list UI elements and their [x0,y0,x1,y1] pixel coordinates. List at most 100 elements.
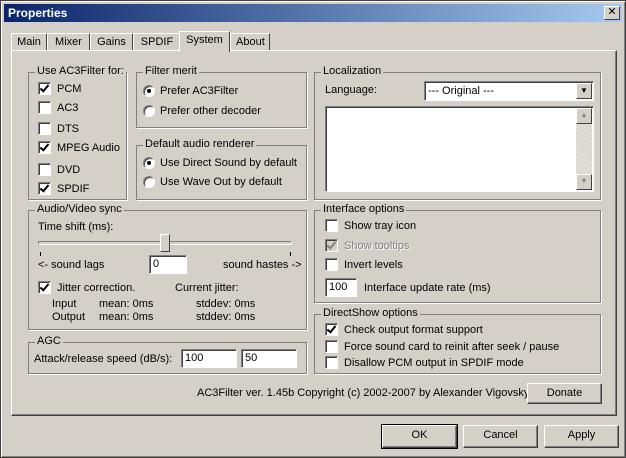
mpeg-audio-checkbox[interactable] [38,141,51,154]
radio-prefer-other[interactable]: Prefer other decoder [143,105,261,117]
radio-direct-sound[interactable]: Use Direct Sound by default [143,157,297,169]
checkbox-check-output-format[interactable]: Check output format support [325,323,483,336]
language-label: Language: [325,84,377,96]
wave-out-label: Use Wave Out by default [160,176,282,188]
invert-levels-checkbox[interactable] [325,258,338,271]
disallow-pcm-checkbox[interactable] [325,356,338,369]
copyright-text: AC3Filter ver. 1.45b Copyright (c) 2002-… [197,387,530,399]
spdif-label: SPDIF [57,182,90,195]
radio-wave-out[interactable]: Use Wave Out by default [143,176,282,188]
default-renderer-group: Default audio renderer [136,138,307,200]
force-reinit-checkbox[interactable] [325,340,338,353]
dvd-label: DVD [57,163,81,176]
dvd-checkbox[interactable] [38,163,51,176]
scroll-down-icon[interactable]: ▼ [576,174,592,190]
checkbox-mpeg-audio[interactable]: MPEG Audio [38,141,120,154]
dts-checkbox[interactable] [38,122,51,135]
show-tray-icon-label: Show tray icon [344,219,417,232]
checkbox-dts[interactable]: DTS [38,122,79,135]
checkbox-show-tray-icon[interactable]: Show tray icon [325,219,416,232]
sound-hastes-label: sound hastes -> [223,259,302,271]
slider-tick-max [290,252,291,256]
filter-merit-title: Filter merit [143,65,199,77]
update-rate-input[interactable]: 100 [325,278,357,297]
use-ac3filter-title: Use AC3Filter for: [35,65,126,77]
checkbox-pcm[interactable]: PCM [38,82,81,95]
direct-sound-label: Use Direct Sound by default [160,157,297,169]
input-stddev: stddev: 0ms [196,298,256,310]
output-label: Output [52,311,86,323]
checkbox-jitter-correction[interactable]: Jitter correction. [38,281,135,294]
checkbox-show-tooltips[interactable]: Show tooltips [325,239,409,252]
current-jitter-label: Current jitter: [175,282,239,294]
mpeg-audio-label: MPEG Audio [57,141,120,154]
prefer-other-label: Prefer other decoder [160,105,261,117]
default-renderer-title: Default audio renderer [143,138,257,150]
tab-gains[interactable]: Gains [90,33,133,51]
sound-lags-label: <- sound lags [38,259,105,271]
directshow-options-title: DirectShow options [321,307,420,319]
time-shift-input[interactable]: 0 [149,255,187,274]
prefer-other-radio[interactable] [143,105,155,117]
properties-window: Properties ✕ Main Mixer Gains SPDIF Syst… [0,0,626,458]
language-value: --- Original --- [428,85,494,97]
agc-title: AGC [35,335,63,347]
spdif-checkbox[interactable] [38,182,51,195]
pcm-checkbox[interactable] [38,82,51,95]
ac3-label: AC3 [57,101,79,114]
checkbox-ac3[interactable]: AC3 [38,101,78,114]
check-output-format-label: Check output format support [344,323,483,336]
cancel-button[interactable]: Cancel [463,425,538,448]
apply-button[interactable]: Apply [544,425,619,448]
tab-main[interactable]: Main [11,33,47,51]
info-scrollbar[interactable]: ▲ ▼ [576,108,592,190]
checkbox-disallow-pcm[interactable]: Disallow PCM output in SPDIF mode [325,356,524,369]
check-output-format-checkbox[interactable] [325,323,338,336]
show-tooltips-checkbox[interactable] [325,239,338,252]
tab-about[interactable]: About [230,33,270,51]
ok-button[interactable]: OK [381,424,458,449]
time-shift-slider-thumb[interactable] [160,234,170,252]
localization-info-box: ▲ ▼ [325,106,594,192]
tab-spdif[interactable]: SPDIF [133,33,181,51]
av-sync-title: Audio/Video sync [35,203,124,215]
checkbox-invert-levels[interactable]: Invert levels [325,258,403,271]
wave-out-radio[interactable] [143,176,155,188]
disallow-pcm-label: Disallow PCM output in SPDIF mode [344,356,524,369]
jitter-correction-label: Jitter correction. [57,281,136,294]
chevron-down-icon[interactable]: ▼ [576,83,592,99]
force-reinit-label: Force sound card to reinit after seek / … [344,340,560,353]
jitter-correction-checkbox[interactable] [38,281,51,294]
release-speed-input[interactable]: 50 [241,349,297,368]
interface-options-title: Interface options [321,203,407,215]
input-mean: mean: 0ms [99,298,154,310]
close-icon[interactable]: ✕ [604,6,620,20]
language-select[interactable]: --- Original --- ▼ [424,81,594,101]
dts-label: DTS [57,122,79,135]
attack-speed-input[interactable]: 100 [181,349,237,368]
filter-merit-group: Filter merit [136,65,307,128]
donate-button[interactable]: Donate [527,383,602,404]
show-tray-icon-checkbox[interactable] [325,219,338,232]
tab-mixer[interactable]: Mixer [47,33,90,51]
ac3-checkbox[interactable] [38,101,51,114]
checkbox-force-reinit[interactable]: Force sound card to reinit after seek / … [325,340,559,353]
output-stddev: stddev: 0ms [196,311,256,323]
direct-sound-radio[interactable] [143,157,155,169]
checkbox-dvd[interactable]: DVD [38,163,80,176]
window-title: Properties [8,6,68,20]
localization-title: Localization [321,65,384,77]
input-label: Input [52,298,77,310]
prefer-ac3filter-radio[interactable] [143,85,155,97]
tab-system[interactable]: System [179,31,230,52]
output-mean: mean: 0ms [99,311,154,323]
pcm-label: PCM [57,82,82,95]
radio-prefer-ac3filter[interactable]: Prefer AC3Filter [143,85,238,97]
prefer-ac3filter-label: Prefer AC3Filter [160,85,239,97]
slider-tick-min [40,252,41,256]
checkbox-spdif[interactable]: SPDIF [38,182,89,195]
title-bar: Properties ✕ [4,4,622,22]
scroll-up-icon[interactable]: ▲ [576,108,592,124]
time-shift-label: Time shift (ms): [38,221,114,233]
show-tooltips-label: Show tooltips [344,239,410,252]
